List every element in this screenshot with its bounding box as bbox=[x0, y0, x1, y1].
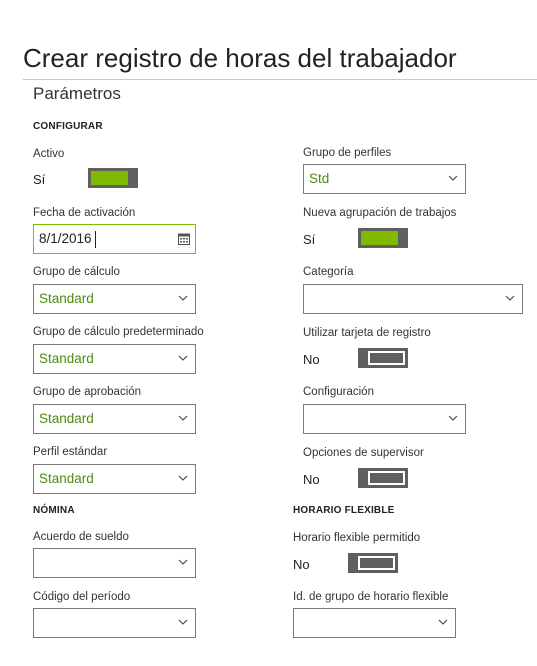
perfil-estandar-label: Perfil estándar bbox=[33, 446, 108, 458]
grupo-perfiles-label: Grupo de perfiles bbox=[303, 147, 392, 159]
grupo-perfiles-value: Std bbox=[309, 171, 330, 186]
grupo-calculo-pred-value: Standard bbox=[39, 351, 94, 366]
nomina-heading: NÓMINA bbox=[33, 505, 75, 516]
toggle-track bbox=[368, 351, 405, 365]
chevron-down-icon bbox=[448, 415, 458, 421]
chevron-down-icon bbox=[178, 475, 188, 481]
grupo-calculo-pred-label: Grupo de cálculo predeterminado bbox=[33, 326, 204, 338]
grupo-calculo-pred-select[interactable]: Standard bbox=[33, 344, 196, 374]
perfil-estandar-value: Standard bbox=[39, 471, 94, 486]
grupo-perfiles-select[interactable]: Std bbox=[303, 164, 466, 194]
horario-permitido-value: No bbox=[293, 557, 310, 572]
acuerdo-sueldo-select[interactable] bbox=[33, 548, 196, 578]
opciones-supervisor-value: No bbox=[303, 472, 320, 487]
horario-permitido-toggle[interactable] bbox=[348, 553, 398, 573]
tarjeta-registro-toggle[interactable] bbox=[358, 348, 408, 368]
grupo-calculo-select[interactable]: Standard bbox=[33, 284, 196, 314]
chevron-down-icon bbox=[178, 559, 188, 565]
grupo-aprobacion-label: Grupo de aprobación bbox=[33, 386, 142, 398]
opciones-supervisor-label: Opciones de supervisor bbox=[303, 447, 424, 459]
categoria-select[interactable] bbox=[303, 284, 523, 314]
calendar-icon[interactable] bbox=[178, 233, 190, 245]
horario-permitido-label: Horario flexible permitido bbox=[293, 532, 421, 544]
configuracion-label: Configuración bbox=[303, 386, 374, 398]
acuerdo-sueldo-label: Acuerdo de sueldo bbox=[33, 531, 129, 543]
horario-flexible-heading: HORARIO FLEXIBLE bbox=[293, 505, 395, 516]
perfil-estandar-select[interactable]: Standard bbox=[33, 464, 196, 494]
grupo-aprobacion-value: Standard bbox=[39, 411, 94, 426]
chevron-down-icon bbox=[178, 415, 188, 421]
toggle-track bbox=[91, 171, 128, 185]
chevron-down-icon bbox=[178, 355, 188, 361]
nueva-agrupacion-value: Sí bbox=[303, 232, 316, 247]
grupo-calculo-label: Grupo de cálculo bbox=[33, 266, 120, 278]
chevron-down-icon bbox=[505, 295, 515, 301]
text-cursor bbox=[95, 231, 96, 248]
configuracion-select[interactable] bbox=[303, 404, 466, 434]
grupo-aprobacion-select[interactable]: Standard bbox=[33, 404, 196, 434]
fecha-activacion-input[interactable]: 8/1/2016 bbox=[33, 224, 196, 254]
chevron-down-icon bbox=[178, 619, 188, 625]
chevron-down-icon bbox=[448, 175, 458, 181]
grupo-calculo-value: Standard bbox=[39, 291, 94, 306]
configurar-heading: CONFIGURAR bbox=[33, 121, 103, 132]
activo-toggle[interactable] bbox=[88, 168, 138, 188]
tarjeta-registro-value: No bbox=[303, 352, 320, 367]
nueva-agrupacion-toggle[interactable] bbox=[358, 228, 408, 248]
activo-label: Activo bbox=[33, 148, 65, 160]
tarjeta-registro-label: Utilizar tarjeta de registro bbox=[303, 327, 431, 339]
id-grupo-horario-select[interactable] bbox=[293, 608, 456, 638]
chevron-down-icon bbox=[178, 295, 188, 301]
nueva-agrupacion-label: Nueva agrupación de trabajos bbox=[303, 207, 457, 219]
toggle-track bbox=[368, 471, 405, 485]
toggle-track bbox=[361, 231, 398, 245]
chevron-down-icon bbox=[438, 619, 448, 625]
codigo-periodo-label: Código del período bbox=[33, 591, 131, 603]
section-title[interactable]: Parámetros bbox=[33, 84, 121, 104]
divider bbox=[23, 79, 537, 80]
page-title: Crear registro de horas del trabajador bbox=[23, 43, 457, 74]
fecha-activacion-label: Fecha de activación bbox=[33, 207, 136, 219]
activo-value: Sí bbox=[33, 172, 46, 187]
id-grupo-horario-label: Id. de grupo de horario flexible bbox=[293, 591, 449, 603]
codigo-periodo-select[interactable] bbox=[33, 608, 196, 638]
toggle-track bbox=[358, 556, 395, 570]
fecha-activacion-value: 8/1/2016 bbox=[39, 231, 92, 246]
categoria-label: Categoría bbox=[303, 266, 354, 278]
opciones-supervisor-toggle[interactable] bbox=[358, 468, 408, 488]
